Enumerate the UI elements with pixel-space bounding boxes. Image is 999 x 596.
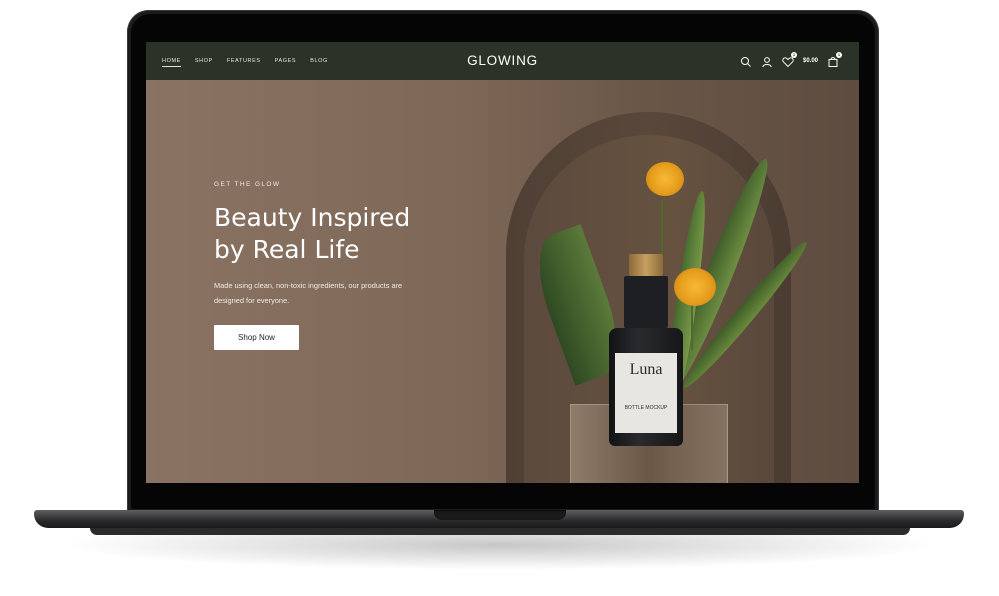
hero-banner: Luna BOTTLE MOCKUP GET THE GLOW Beauty I… bbox=[146, 80, 859, 483]
product-bottle: Luna BOTTLE MOCKUP bbox=[609, 236, 683, 446]
cart-total[interactable]: $0.00 bbox=[803, 58, 818, 64]
laptop-foot bbox=[90, 528, 910, 535]
user-icon[interactable] bbox=[761, 55, 773, 68]
top-navigation: HOME SHOP FEATURES PAGES BLOG GLOWING 1 … bbox=[146, 42, 859, 80]
bottle-neck bbox=[624, 276, 668, 328]
hero-eyebrow: GET THE GLOW bbox=[214, 181, 281, 188]
hero-headline: Beauty Inspired by Real Life bbox=[214, 202, 429, 266]
hero-headline-line-1: Beauty Inspired bbox=[214, 203, 411, 232]
laptop-hinge-notch bbox=[434, 510, 566, 520]
bottle-label-brand: Luna bbox=[629, 361, 663, 378]
wishlist-icon[interactable]: 1 bbox=[782, 52, 797, 68]
bottle-label-subtitle: BOTTLE MOCKUP bbox=[624, 405, 668, 411]
cart-count-badge: 1 bbox=[836, 52, 842, 58]
bottle-label: Luna BOTTLE MOCKUP bbox=[615, 353, 677, 433]
header-actions: 1 $0.00 1 bbox=[740, 52, 842, 68]
hero-headline-line-2: by Real Life bbox=[214, 235, 360, 264]
wishlist-count-badge: 1 bbox=[790, 52, 797, 58]
hero-copy: GET THE GLOW Beauty Inspired by Real Lif… bbox=[214, 181, 429, 350]
shop-now-button[interactable]: Shop Now bbox=[214, 325, 299, 350]
search-icon[interactable] bbox=[740, 55, 752, 67]
marigold-flower bbox=[646, 162, 684, 196]
bottle-cap bbox=[629, 254, 663, 276]
cart-icon[interactable]: 1 bbox=[827, 52, 842, 67]
hero-description: Made using clean, non-toxic ingredients,… bbox=[214, 281, 403, 305]
laptop-screen: HOME SHOP FEATURES PAGES BLOG GLOWING 1 … bbox=[146, 42, 859, 483]
